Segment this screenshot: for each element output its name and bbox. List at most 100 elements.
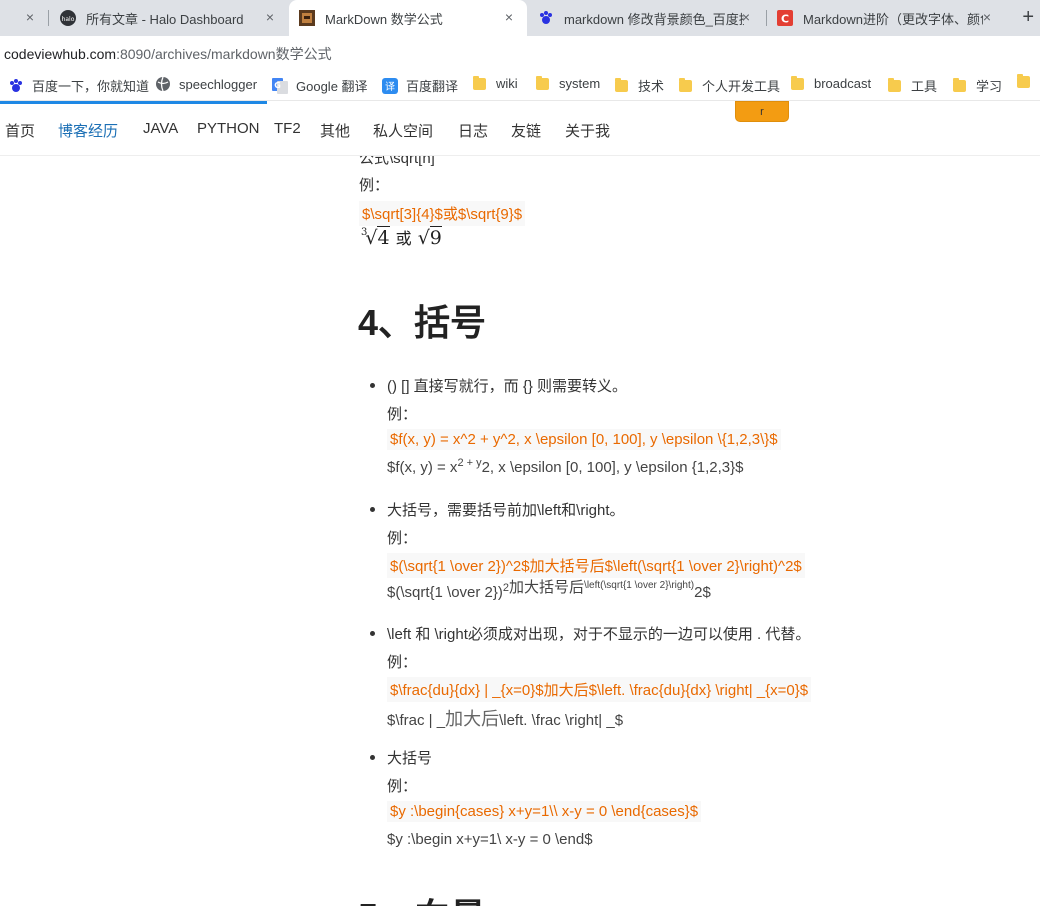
example-label: 例： bbox=[387, 654, 418, 671]
folder-icon bbox=[1017, 74, 1030, 88]
math-text: $(\sqrt{1 \over 2}) bbox=[387, 584, 503, 601]
list-item-text: () [] 直接写就行，而 {} 则需要转义。 bbox=[387, 378, 628, 395]
example-label: 例： bbox=[359, 177, 390, 194]
csdn-logo-icon: C bbox=[777, 10, 793, 26]
list-bullet bbox=[370, 755, 375, 760]
bookmark-folder-tech[interactable]: 技术 bbox=[615, 76, 664, 95]
new-tab-button[interactable]: + bbox=[1022, 6, 1034, 29]
tab-markdown-math[interactable]: MarkDown 数学公式 × bbox=[289, 0, 527, 36]
nav-item-home[interactable]: 首页 bbox=[5, 120, 35, 141]
bookmark-baidu-translate[interactable]: 译 百度翻译 bbox=[382, 76, 458, 95]
bookmark-label: 技术 bbox=[638, 79, 665, 94]
list-item-text: \left 和 \right必须成对出现，对于不显示的一边可以使用 . 代替。 bbox=[387, 626, 811, 643]
example-label: 例： bbox=[387, 778, 418, 795]
bookmark-folder-study[interactable]: 学习 bbox=[953, 76, 1002, 95]
math-text: 2, x \epsilon [0, 100], y \epsilon {1,2,… bbox=[481, 459, 744, 476]
nav-item-private[interactable]: 私人空间 bbox=[373, 120, 433, 141]
folder-icon bbox=[473, 75, 486, 90]
inline-code: $y :\begin{cases} x+y=1\\ x-y = 0 \end{c… bbox=[387, 801, 702, 822]
list-item-text: 大括号 bbox=[387, 750, 433, 767]
toggle-glyph: r bbox=[760, 105, 764, 118]
math-text: $f(x, y) = x bbox=[387, 459, 458, 476]
bookmark-label: speechlogger bbox=[179, 76, 258, 92]
folder-icon bbox=[536, 75, 549, 90]
folder-icon bbox=[615, 77, 628, 92]
article-content: 公式\sqrt[n] 例： $\sqrt[3]{4}$或$\sqrt{9}$ 3… bbox=[0, 156, 1040, 906]
tab-close-icon[interactable]: × bbox=[501, 9, 517, 25]
nav-item-links[interactable]: 友链 bbox=[511, 120, 541, 141]
math-small: \left(\sqrt{1 \over 2}\right) bbox=[584, 580, 695, 591]
bookmark-label: wiki bbox=[496, 76, 518, 91]
reading-progress-bar bbox=[0, 101, 267, 104]
bookmark-folder-tools[interactable]: 工具 bbox=[888, 76, 937, 95]
tab-strip: × halo 所有文章 - Halo Dashboard × MarkDown … bbox=[0, 0, 1040, 36]
svg-text:译: 译 bbox=[385, 81, 395, 93]
orange-toggle-button[interactable]: r bbox=[735, 101, 789, 122]
svg-text:C: C bbox=[781, 13, 789, 26]
url-host: codeviewhub.com bbox=[4, 46, 117, 62]
list-bullet bbox=[370, 507, 375, 512]
address-bar[interactable]: codeviewhub.com:8090/archives/markdown数学… bbox=[0, 36, 1040, 68]
folder-icon bbox=[791, 75, 804, 90]
math-text: $\frac | _ bbox=[387, 712, 446, 729]
bookmark-label: 百度翻译 bbox=[406, 79, 459, 94]
tab-title: 所有文章 - Halo Dashboard bbox=[86, 11, 244, 27]
radicand: 4 bbox=[377, 226, 390, 249]
tab-close-icon[interactable]: × bbox=[979, 9, 995, 25]
math-sup: 2 + y bbox=[457, 457, 482, 469]
bookmark-folder-broadcast[interactable]: broadcast bbox=[791, 75, 871, 91]
root-index: 3 bbox=[361, 227, 368, 238]
bookmark-label: 学习 bbox=[976, 79, 1003, 94]
site-navigation: r 首页 博客经历 JAVA PYTHON TF2 其他 私人空间 日志 友链 … bbox=[0, 101, 1040, 156]
math-text: 2$ bbox=[694, 584, 711, 601]
nav-item-other[interactable]: 其他 bbox=[320, 120, 350, 141]
math-text: 加大后 bbox=[445, 709, 500, 730]
inline-code: $(\sqrt{1 \over 2})^2$加大括号后$\left(\sqrt{… bbox=[387, 553, 805, 578]
example-label: 例： bbox=[387, 406, 418, 423]
radicand: 9 bbox=[429, 226, 442, 249]
baidu-paw-icon bbox=[538, 10, 554, 26]
nav-item-log[interactable]: 日志 bbox=[458, 120, 488, 141]
math-text: \left. \frac \right| _$ bbox=[499, 712, 624, 729]
rendered-math: $f(x, y) = x2 + y2, x \epsilon [0, 100],… bbox=[387, 457, 743, 476]
tab-close-icon[interactable]: × bbox=[262, 9, 278, 25]
bookmark-folder-devtools[interactable]: 个人开发工具 bbox=[679, 76, 780, 95]
bookmarks-bar: 百度一下，你就知道 speechlogger G Google 翻译 译 百度翻… bbox=[0, 70, 1040, 101]
tab-baidu-search[interactable]: markdown 修改背景颜色_百度搜 × bbox=[528, 0, 764, 36]
inline-code: $\frac{du}{dx} | _{x=0}$加大后$\left. \frac… bbox=[387, 677, 812, 702]
folder-icon bbox=[679, 77, 692, 92]
url-text[interactable]: codeviewhub.com:8090/archives/markdown数学… bbox=[4, 44, 332, 64]
tab-partial[interactable]: × bbox=[0, 0, 48, 36]
bookmark-folder-overflow[interactable] bbox=[1017, 74, 1040, 88]
nav-item-about[interactable]: 关于我 bbox=[565, 120, 610, 141]
nav-item-tf2[interactable]: TF2 bbox=[274, 120, 301, 137]
bookmark-label: 工具 bbox=[911, 79, 938, 94]
rendered-math: $\frac | _加大后\left. \frac \right| _$ bbox=[387, 705, 623, 731]
section-heading: 5、向量 bbox=[358, 888, 486, 906]
site-avatar-icon bbox=[299, 10, 315, 26]
tab-close-icon[interactable]: × bbox=[738, 9, 754, 25]
bookmark-baidu[interactable]: 百度一下，你就知道 bbox=[8, 76, 149, 95]
bookmark-folder-wiki[interactable]: wiki bbox=[473, 75, 518, 91]
nav-item-python[interactable]: PYTHON bbox=[197, 120, 260, 137]
tab-close-icon[interactable]: × bbox=[22, 9, 38, 25]
tab-markdown-advanced[interactable]: C Markdown进阶（更改字体、颜色 × bbox=[767, 0, 1005, 36]
math-text: 加大括号后 bbox=[509, 579, 585, 596]
inline-code: $f(x, y) = x^2 + y^2, x \epsilon [0, 100… bbox=[387, 429, 781, 450]
google-translate-icon: G bbox=[272, 77, 288, 94]
bookmark-label: system bbox=[559, 76, 601, 91]
svg-text:G: G bbox=[274, 81, 281, 90]
folder-icon bbox=[953, 77, 966, 92]
tab-halo-dashboard[interactable]: halo 所有文章 - Halo Dashboard × bbox=[50, 0, 288, 36]
bookmark-speechlogger[interactable]: speechlogger bbox=[155, 76, 257, 92]
bookmark-label: 个人开发工具 bbox=[702, 79, 781, 94]
example-label: 例： bbox=[387, 530, 418, 547]
rendered-math: $(\sqrt{1 \over 2})2加大括号后\left(\sqrt{1 \… bbox=[387, 579, 711, 602]
nav-item-java[interactable]: JAVA bbox=[143, 120, 178, 137]
nav-item-blog[interactable]: 博客经历 bbox=[58, 120, 118, 141]
folder-icon bbox=[888, 77, 901, 92]
bookmark-google-translate[interactable]: G Google 翻译 bbox=[272, 76, 368, 95]
bookmark-label: Google 翻译 bbox=[296, 79, 368, 94]
tab-separator bbox=[48, 10, 49, 26]
bookmark-folder-system[interactable]: system bbox=[536, 75, 601, 91]
